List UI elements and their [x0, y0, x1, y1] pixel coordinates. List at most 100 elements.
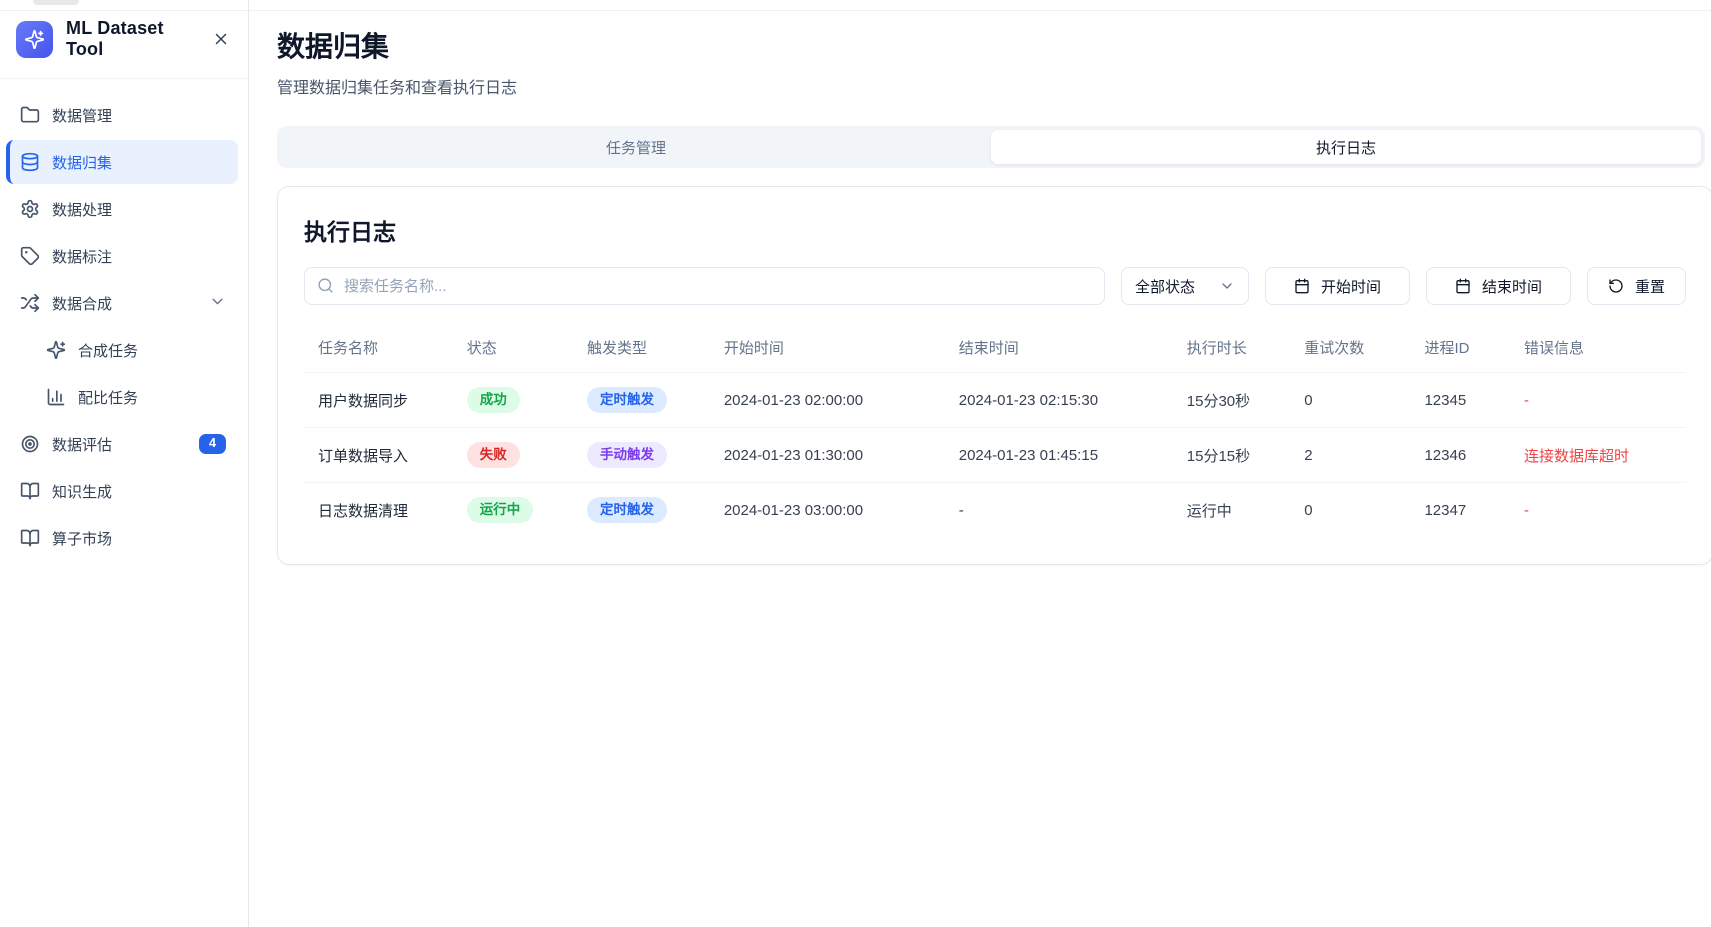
cell-trigger: 定时触发	[579, 483, 716, 538]
cell-start-time: 2024-01-23 02:00:00	[716, 373, 951, 428]
column-header: 进程ID	[1416, 327, 1516, 373]
gear-icon	[20, 199, 40, 219]
end-time-button[interactable]: 结束时间	[1426, 267, 1571, 305]
app-title: ML Dataset Tool	[66, 18, 199, 60]
column-header: 结束时间	[951, 327, 1179, 373]
table-row: 日志数据清理运行中定时触发2024-01-23 03:00:00-运行中0123…	[304, 483, 1686, 538]
search-icon	[317, 277, 334, 294]
book-open-icon	[20, 481, 40, 501]
sidebar-item-synthesis-tasks[interactable]: 合成任务	[6, 328, 238, 372]
tab-execution-logs[interactable]: 执行日志	[991, 130, 1701, 164]
sidebar-item-data-collection[interactable]: 数据归集	[6, 140, 238, 184]
tab-task-management[interactable]: 任务管理	[281, 130, 991, 164]
cell-trigger: 定时触发	[579, 373, 716, 428]
calendar-icon	[1455, 278, 1471, 294]
trigger-badge: 手动触发	[587, 442, 667, 468]
cell-start-time: 2024-01-23 03:00:00	[716, 483, 951, 538]
sparkles-icon	[46, 340, 66, 360]
sidebar-close-button[interactable]	[212, 30, 230, 48]
cell-retry-count: 0	[1296, 373, 1416, 428]
reset-label: 重置	[1635, 276, 1665, 297]
cell-task-name: 订单数据导入	[304, 428, 459, 483]
table-row: 订单数据导入失败手动触发2024-01-23 01:30:002024-01-2…	[304, 428, 1686, 483]
status-badge: 成功	[467, 387, 520, 413]
table-row: 用户数据同步成功 定时触发 2024-01-23 02:00:002024-01-2…	[304, 373, 1686, 428]
sidebar-item-label: 算子市场	[52, 528, 112, 549]
search-box	[304, 267, 1105, 305]
chevron-down-icon[interactable]	[209, 293, 226, 314]
cell-retry-count: 2	[1296, 428, 1416, 483]
reset-button[interactable]: 重置	[1587, 267, 1686, 305]
cell-duration: 15分15秒	[1179, 428, 1296, 483]
bar-chart-icon	[46, 387, 66, 407]
column-header: 错误信息	[1516, 327, 1686, 373]
status-filter-select[interactable]: 全部状态	[1121, 267, 1249, 305]
sidebar-item-data-processing[interactable]: 数据处理	[6, 187, 238, 231]
sidebar-item-label: 数据标注	[52, 246, 112, 267]
cell-process-id: 12345	[1416, 373, 1516, 428]
cell-status: 运行中	[459, 483, 579, 538]
app-logo	[16, 21, 53, 58]
filter-toolbar: 全部状态 开始时间 结束时间 重置	[304, 267, 1686, 305]
sidebar-item-label: 数据评估	[52, 434, 112, 455]
cell-status: 成功	[459, 373, 579, 428]
sparkles-logo-icon	[24, 29, 45, 50]
sidebar-item-label: 数据归集	[52, 152, 112, 173]
cell-status: 失败	[459, 428, 579, 483]
table-header-row: 任务名称状态触发类型开始时间结束时间执行时长重试次数进程ID错误信息	[304, 327, 1686, 373]
sidebar-item-data-labeling[interactable]: 数据标注	[6, 234, 238, 278]
shuffle-icon	[20, 293, 40, 313]
sidebar-item-ratio-tasks[interactable]: 配比任务	[6, 375, 238, 419]
sidebar-item-label: 配比任务	[78, 387, 138, 408]
status-filter-value: 全部状态	[1135, 276, 1195, 297]
cell-start-time: 2024-01-23 01:30:00	[716, 428, 951, 483]
top-edge-artifact	[33, 0, 79, 5]
start-time-button[interactable]: 开始时间	[1265, 267, 1410, 305]
cell-error-message: -	[1516, 483, 1686, 538]
sidebar-item-label: 数据合成	[52, 293, 112, 314]
cell-trigger: 手动触发	[579, 428, 716, 483]
cell-process-id: 12347	[1416, 483, 1516, 538]
trigger-badge: 定时触发	[587, 497, 667, 523]
sidebar-item-label: 数据处理	[52, 199, 112, 220]
search-input[interactable]	[304, 267, 1105, 305]
panel-title: 执行日志	[304, 213, 1686, 247]
sidebar-item-knowledge-generation[interactable]: 知识生成	[6, 469, 238, 513]
cell-task-name: 日志数据清理	[304, 483, 459, 538]
cell-task-name: 用户数据同步	[304, 373, 459, 428]
database-icon	[20, 152, 40, 172]
column-header: 状态	[459, 327, 579, 373]
column-header: 重试次数	[1296, 327, 1416, 373]
column-header: 开始时间	[716, 327, 951, 373]
column-header: 任务名称	[304, 327, 459, 373]
cell-error-message: -	[1516, 373, 1686, 428]
trigger-badge: 定时触发	[587, 387, 667, 413]
cell-duration: 15分30秒	[1179, 373, 1296, 428]
folder-icon	[20, 105, 40, 125]
calendar-icon	[1294, 278, 1310, 294]
sidebar-item-data-synthesis[interactable]: 数据合成	[6, 281, 238, 325]
cell-process-id: 12346	[1416, 428, 1516, 483]
tag-icon	[20, 246, 40, 266]
rotate-ccw-icon	[1608, 278, 1624, 294]
sidebar-item-label: 知识生成	[52, 481, 112, 502]
cell-end-time: 2024-01-23 02:15:30	[951, 373, 1179, 428]
book-icon	[20, 528, 40, 548]
sidebar-header: ML Dataset Tool	[0, 0, 248, 79]
cell-end-time: -	[951, 483, 1179, 538]
main-content: 数据归集 管理数据归集任务和查看执行日志 任务管理 执行日志 执行日志 全部状态…	[249, 0, 1711, 927]
sidebar-nav: 数据管理 数据归集 数据处理 数据标注 数据合成 合成任务	[0, 79, 248, 574]
cell-retry-count: 0	[1296, 483, 1416, 538]
sidebar-item-data-management[interactable]: 数据管理	[6, 93, 238, 137]
chevron-down-icon	[1219, 278, 1235, 294]
sidebar-item-operator-market[interactable]: 算子市场	[6, 516, 238, 560]
column-header: 触发类型	[579, 327, 716, 373]
sidebar-item-data-evaluation[interactable]: 数据评估 4	[6, 422, 238, 466]
top-divider	[0, 10, 1711, 11]
column-header: 执行时长	[1179, 327, 1296, 373]
app-window: ML Dataset Tool 数据管理 数据归集 数据处理 数据标注	[0, 0, 1711, 927]
end-time-label: 结束时间	[1482, 276, 1542, 297]
evaluation-count-badge: 4	[199, 434, 226, 454]
cell-error-message: 连接数据库超时	[1516, 428, 1686, 483]
status-badge: 运行中	[467, 497, 534, 523]
